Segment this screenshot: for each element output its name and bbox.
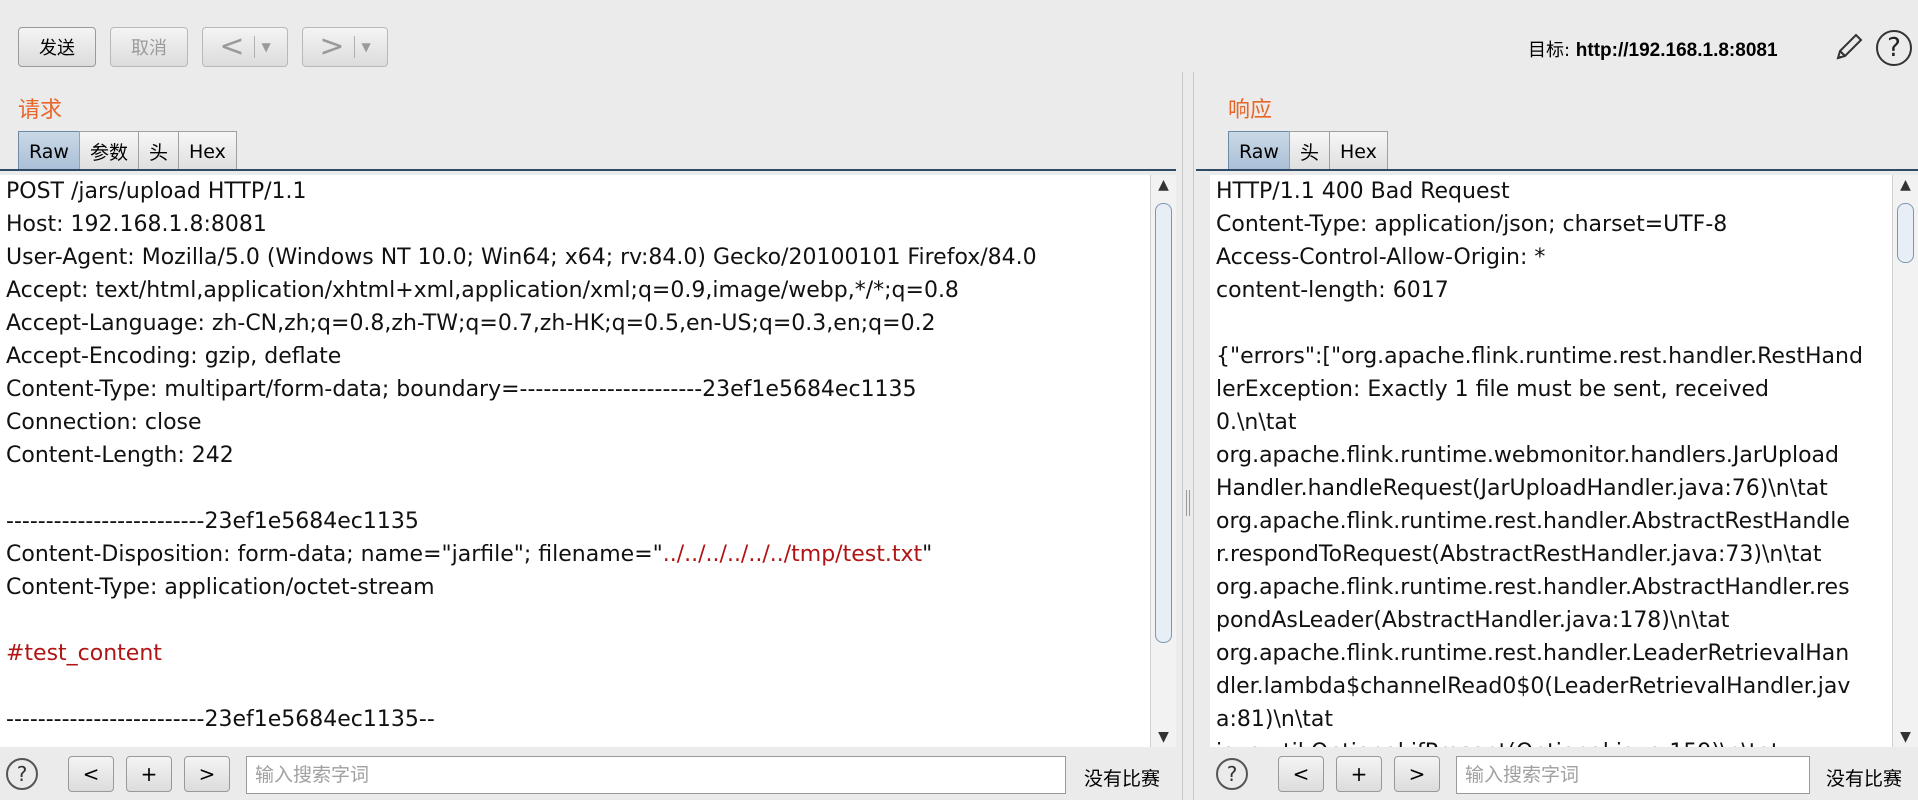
request-line: Accept: text/html,application/xhtml+xml,… xyxy=(6,278,959,303)
help-icon[interactable]: ? xyxy=(1876,30,1912,66)
chevron-left-icon: < xyxy=(219,29,245,64)
response-line: dler.lambda$channelRead0$0(LeaderRetriev… xyxy=(1216,674,1851,699)
response-line: Handler.handleRequest(JarUploadHandler.j… xyxy=(1216,476,1828,501)
response-line: java.util.Optional.ifPresent(Optional.ja… xyxy=(1210,736,1892,747)
cancel-button[interactable]: 取消 xyxy=(110,27,188,67)
response-tabs: Raw 头 Hex xyxy=(1228,131,1388,171)
response-title: 响应 xyxy=(1228,98,1273,123)
divider xyxy=(354,36,356,58)
response-line: Access-Control-Allow-Origin: * xyxy=(1216,245,1546,270)
response-line: org.apache.flink.runtime.webmonitor.hand… xyxy=(1216,443,1839,468)
dropdown-arrow-icon[interactable]: ▼ xyxy=(261,40,270,54)
request-line: Content-Type: multipart/form-data; bound… xyxy=(6,377,917,402)
chevron-right-icon: > xyxy=(319,29,345,64)
filename-value: ../../../../../../tmp/test.txt xyxy=(662,542,923,567)
search-add-button[interactable]: + xyxy=(1336,756,1382,792)
body-content-line: #test_content xyxy=(6,641,162,666)
disposition-prefix: Content-Disposition: form-data; name="ja… xyxy=(6,542,663,567)
tab-raw[interactable]: Raw xyxy=(18,131,80,171)
match-count: 没有比赛 xyxy=(1084,768,1161,790)
request-line: POST /jars/upload HTTP/1.1 xyxy=(6,179,307,204)
send-button[interactable]: 发送 xyxy=(18,27,96,67)
scroll-up-icon[interactable]: ▲ xyxy=(1893,175,1918,195)
response-scrollbar[interactable]: ▲ ▼ xyxy=(1892,175,1918,747)
response-line: a:81)\n\tat xyxy=(1216,707,1333,732)
request-line: -------------------------23ef1e5684ec113… xyxy=(6,509,419,534)
response-line: Content-Type: application/json; charset=… xyxy=(1216,212,1728,237)
target-display: 目标: http://192.168.1.8:8081 xyxy=(1528,36,1778,62)
response-line: lerException: Exactly 1 file must be sen… xyxy=(1216,377,1769,402)
forward-button[interactable]: > ▼ xyxy=(302,27,388,67)
scroll-down-icon[interactable]: ▼ xyxy=(1151,727,1176,747)
search-next-button[interactable]: > xyxy=(1394,756,1440,792)
scroll-up-icon[interactable]: ▲ xyxy=(1151,175,1176,195)
split-divider[interactable] xyxy=(1182,72,1194,800)
tab-params[interactable]: 参数 xyxy=(78,131,139,171)
search-input[interactable] xyxy=(1456,756,1810,794)
response-line: r.respondToRequest(AbstractRestHandler.j… xyxy=(1216,542,1822,567)
request-line: Content-Length: 242 xyxy=(6,443,234,468)
response-line: pondAsLeader(AbstractHandler.java:178)\n… xyxy=(1216,608,1730,633)
target-url: http://192.168.1.8:8081 xyxy=(1575,40,1778,61)
content-disposition-line: Content-Disposition: form-data; name="ja… xyxy=(0,538,1150,571)
search-input[interactable] xyxy=(246,756,1066,794)
response-line: 0.\n\tat xyxy=(1216,410,1297,435)
dropdown-arrow-icon[interactable]: ▼ xyxy=(361,40,370,54)
request-line: Accept-Language: zh-CN,zh;q=0.8,zh-TW;q=… xyxy=(6,311,936,336)
request-title: 请求 xyxy=(18,98,63,123)
request-editor[interactable]: POST /jars/upload HTTP/1.1 Host: 192.168… xyxy=(0,175,1150,747)
tab-underline xyxy=(1196,169,1918,171)
disposition-suffix: " xyxy=(922,542,933,567)
request-scrollbar[interactable]: ▲ ▼ xyxy=(1150,175,1176,747)
help-icon[interactable]: ? xyxy=(1216,758,1248,790)
request-line: -------------------------23ef1e5684ec113… xyxy=(6,707,435,732)
request-line: Host: 192.168.1.8:8081 xyxy=(6,212,267,237)
pencil-icon[interactable] xyxy=(1832,30,1866,64)
tab-hex[interactable]: Hex xyxy=(178,131,237,171)
search-add-button[interactable]: + xyxy=(126,756,172,792)
response-line: HTTP/1.1 400 Bad Request xyxy=(1216,179,1510,204)
request-line xyxy=(0,472,1150,505)
scroll-thumb[interactable] xyxy=(1155,203,1172,643)
response-line: org.apache.flink.runtime.rest.handler.Le… xyxy=(1216,641,1850,666)
tab-headers[interactable]: 头 xyxy=(1288,131,1330,171)
scroll-down-icon[interactable]: ▼ xyxy=(1893,727,1918,747)
response-line: org.apache.flink.runtime.rest.handler.Ab… xyxy=(1216,575,1850,600)
tab-headers[interactable]: 头 xyxy=(137,131,179,171)
search-next-button[interactable]: > xyxy=(184,756,230,792)
request-line: Accept-Encoding: gzip, deflate xyxy=(6,344,342,369)
response-line: org.apache.flink.runtime.rest.handler.Ab… xyxy=(1216,509,1850,534)
tab-hex[interactable]: Hex xyxy=(1328,131,1388,171)
request-line: Connection: close xyxy=(6,410,202,435)
response-line: {"errors":["org.apache.flink.runtime.res… xyxy=(1216,344,1863,369)
request-tabs: Raw 参数 头 Hex xyxy=(18,131,237,171)
response-line: content-length: 6017 xyxy=(1216,278,1449,303)
back-button[interactable]: < ▼ xyxy=(202,27,288,67)
match-count: 没有比赛 xyxy=(1826,768,1903,790)
help-icon[interactable]: ? xyxy=(6,758,38,790)
target-label: 目标: xyxy=(1528,40,1576,61)
request-line: User-Agent: Mozilla/5.0 (Windows NT 10.0… xyxy=(6,245,1037,270)
request-line xyxy=(0,670,1150,703)
tab-raw[interactable]: Raw xyxy=(1228,131,1290,171)
tab-underline xyxy=(0,169,1176,171)
response-line xyxy=(1210,307,1892,340)
scroll-thumb[interactable] xyxy=(1897,203,1914,263)
search-prev-button[interactable]: < xyxy=(1278,756,1324,792)
request-line: Content-Type: application/octet-stream xyxy=(6,575,435,600)
search-prev-button[interactable]: < xyxy=(68,756,114,792)
response-editor[interactable]: HTTP/1.1 400 Bad Request Content-Type: a… xyxy=(1210,175,1892,747)
divider-grip[interactable] xyxy=(1186,490,1190,516)
divider xyxy=(254,36,256,58)
request-line xyxy=(0,604,1150,637)
